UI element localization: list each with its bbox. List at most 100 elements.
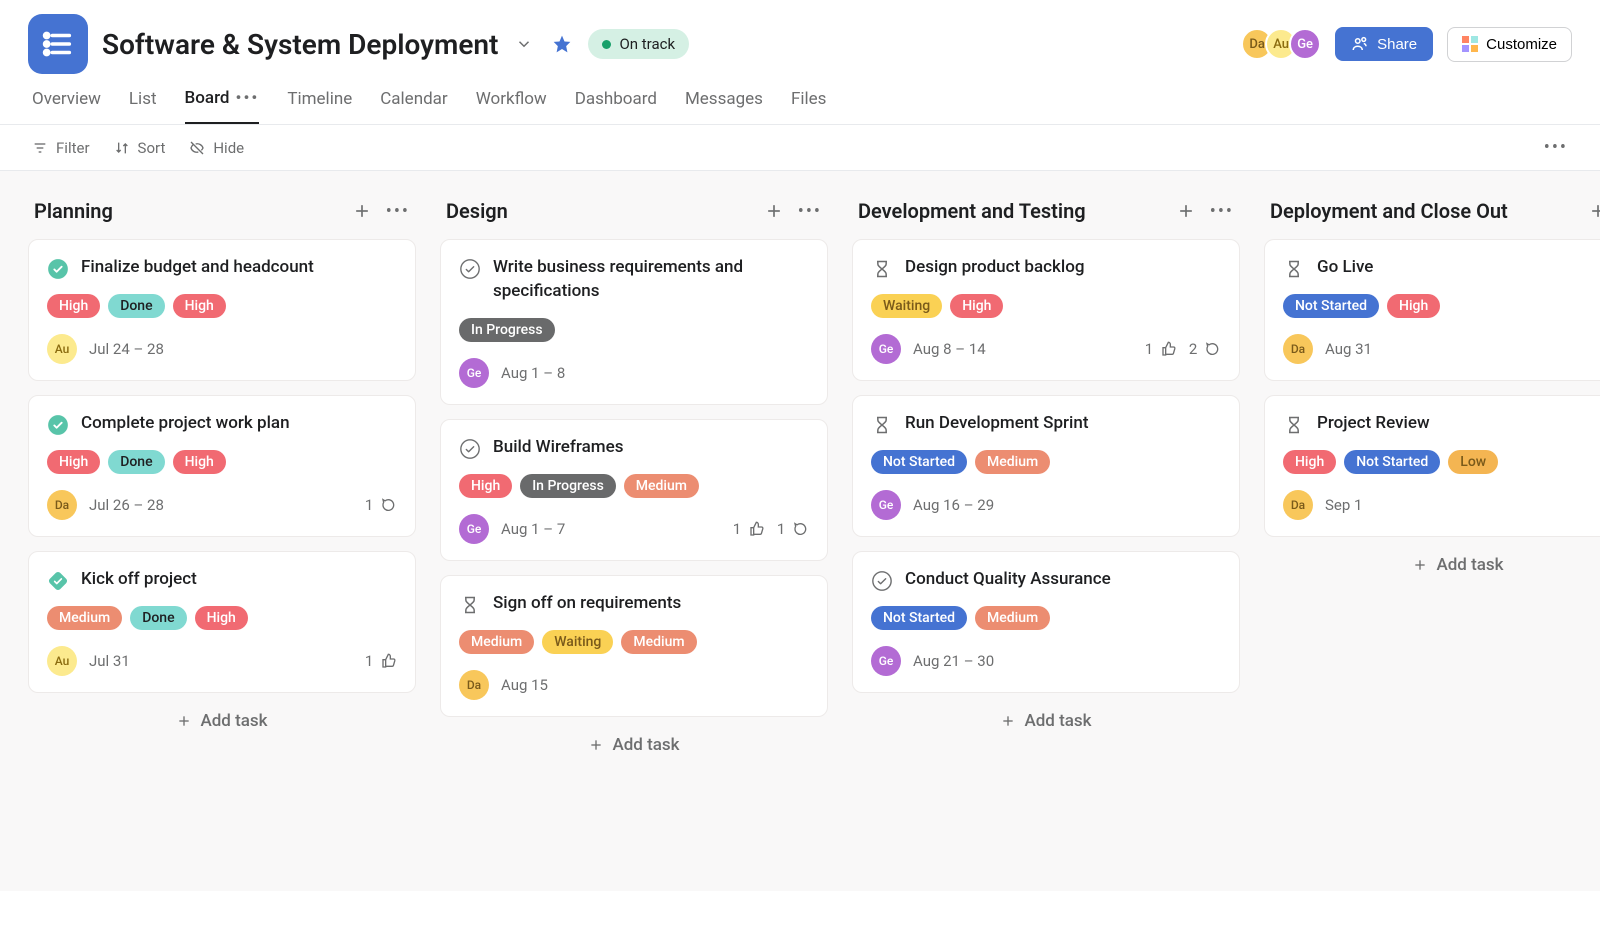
sort-button[interactable]: Sort [114, 139, 166, 157]
project-tabs: Overview List Board••• Timeline Calendar Work… [0, 74, 1600, 125]
due-date: Aug 1 – 7 [501, 520, 565, 538]
sort-label: Sort [138, 139, 166, 157]
due-date: Aug 15 [501, 676, 548, 694]
tab-options-icon[interactable]: ••• [236, 88, 260, 108]
tab-workflow[interactable]: Workflow [476, 88, 547, 124]
add-task-button[interactable]: Add task [1264, 537, 1600, 593]
due-date: Jul 24 – 28 [89, 340, 164, 358]
task-title: Run Development Sprint [905, 412, 1088, 436]
share-label: Share [1377, 36, 1417, 53]
add-task-button[interactable]: Add task [852, 693, 1240, 749]
task-title: Finalize budget and headcount [81, 256, 314, 280]
assignee-avatar: Ge [871, 490, 901, 520]
add-task-button[interactable]: Add task [28, 693, 416, 749]
complete-check-icon[interactable] [871, 570, 893, 592]
hourglass-icon[interactable] [459, 594, 481, 616]
likes-count[interactable]: 1 [1145, 340, 1177, 358]
task-card[interactable]: Project ReviewHighNot StartedLowDaSep 1 [1264, 395, 1600, 537]
project-header: Software & System Deployment On track Da… [0, 0, 1600, 74]
filter-button[interactable]: Filter [32, 139, 90, 157]
project-menu-chevron[interactable] [512, 32, 536, 56]
task-card[interactable]: Write business requirements and specific… [440, 239, 828, 405]
task-card[interactable]: Design product backlogWaitingHighGeAug 8… [852, 239, 1240, 381]
likes-count[interactable]: 1 [733, 520, 765, 538]
task-title: Project Review [1317, 412, 1430, 436]
complete-check-icon[interactable] [47, 258, 69, 280]
task-card[interactable]: Go LiveNot StartedHighDaAug 31 [1264, 239, 1600, 381]
tag: Medium [47, 606, 122, 630]
task-card[interactable]: Complete project work planHighDoneHighDa… [28, 395, 416, 537]
task-title: Kick off project [81, 568, 197, 592]
column-more-icon[interactable]: ••• [386, 201, 410, 222]
tag: Not Started [1283, 294, 1379, 318]
task-card[interactable]: Build WireframesHighIn ProgressMediumGeA… [440, 419, 828, 561]
add-card-icon[interactable] [764, 201, 784, 221]
assignee-avatar: Da [1283, 490, 1313, 520]
tab-board[interactable]: Board••• [185, 88, 260, 124]
comments-count[interactable]: 1 [365, 496, 397, 514]
tab-files[interactable]: Files [791, 88, 826, 124]
task-title: Complete project work plan [81, 412, 290, 436]
hide-button[interactable]: Hide [189, 139, 244, 157]
add-card-icon[interactable] [352, 201, 372, 221]
tab-timeline[interactable]: Timeline [287, 88, 352, 124]
assignee-avatar: Ge [459, 514, 489, 544]
likes-count[interactable]: 1 [365, 652, 397, 670]
tag: Low [1448, 450, 1498, 474]
comments-count[interactable]: 2 [1189, 340, 1221, 358]
board-toolbar: Filter Sort Hide ••• [0, 125, 1600, 171]
due-date: Jul 26 – 28 [89, 496, 164, 514]
share-button[interactable]: Share [1335, 27, 1433, 61]
task-card[interactable]: Kick off projectMediumDoneHighAuJul 311 [28, 551, 416, 693]
task-card[interactable]: Conduct Quality AssuranceNot StartedMedi… [852, 551, 1240, 693]
tag: Medium [624, 474, 699, 498]
column-title: Planning [34, 199, 352, 223]
due-date: Aug 8 – 14 [913, 340, 986, 358]
complete-check-icon[interactable] [459, 438, 481, 460]
assignee-avatar: Ge [871, 646, 901, 676]
tag: High [459, 474, 512, 498]
hourglass-icon[interactable] [871, 414, 893, 436]
tag: High [1283, 450, 1336, 474]
add-task-button[interactable]: Add task [440, 717, 828, 773]
member-avatars[interactable]: Da Au Ge [1241, 28, 1321, 60]
hourglass-icon[interactable] [1283, 414, 1305, 436]
task-card[interactable]: Run Development SprintNot StartedMediumG… [852, 395, 1240, 537]
task-title: Go Live [1317, 256, 1373, 280]
column: Planning ••• Finalize budget and headcount… [28, 195, 416, 867]
tab-overview[interactable]: Overview [32, 88, 101, 124]
status-pill[interactable]: On track [588, 29, 689, 59]
tab-messages[interactable]: Messages [685, 88, 763, 124]
comments-count[interactable]: 1 [777, 520, 809, 538]
task-title: Conduct Quality Assurance [905, 568, 1111, 592]
toolbar-more-icon[interactable]: ••• [1544, 137, 1568, 158]
complete-check-icon[interactable] [47, 414, 69, 436]
add-card-icon[interactable] [1176, 201, 1196, 221]
tab-dashboard[interactable]: Dashboard [575, 88, 657, 124]
task-title: Build Wireframes [493, 436, 623, 460]
tab-calendar[interactable]: Calendar [380, 88, 447, 124]
complete-check-icon[interactable] [47, 570, 69, 592]
add-card-icon[interactable] [1588, 201, 1600, 221]
column-more-icon[interactable]: ••• [798, 201, 822, 222]
tag: High [173, 294, 226, 318]
customize-button[interactable]: Customize [1447, 27, 1572, 62]
task-card[interactable]: Sign off on requirementsMediumWaitingMed… [440, 575, 828, 717]
complete-check-icon[interactable] [459, 258, 481, 280]
hourglass-icon[interactable] [871, 258, 893, 280]
due-date: Aug 16 – 29 [913, 496, 994, 514]
tag: Medium [459, 630, 534, 654]
tab-list[interactable]: List [129, 88, 157, 124]
assignee-avatar: Da [47, 490, 77, 520]
tag: Not Started [1344, 450, 1440, 474]
task-title: Design product backlog [905, 256, 1084, 280]
column-more-icon[interactable]: ••• [1210, 201, 1234, 222]
task-card[interactable]: Finalize budget and headcountHighDoneHig… [28, 239, 416, 381]
hourglass-icon[interactable] [1283, 258, 1305, 280]
board: Planning ••• Finalize budget and headcount… [0, 171, 1600, 891]
tag: Medium [975, 606, 1050, 630]
tag: Done [108, 450, 164, 474]
tag: Done [130, 606, 186, 630]
favorite-star-icon[interactable] [550, 32, 574, 56]
tag: High [47, 450, 100, 474]
